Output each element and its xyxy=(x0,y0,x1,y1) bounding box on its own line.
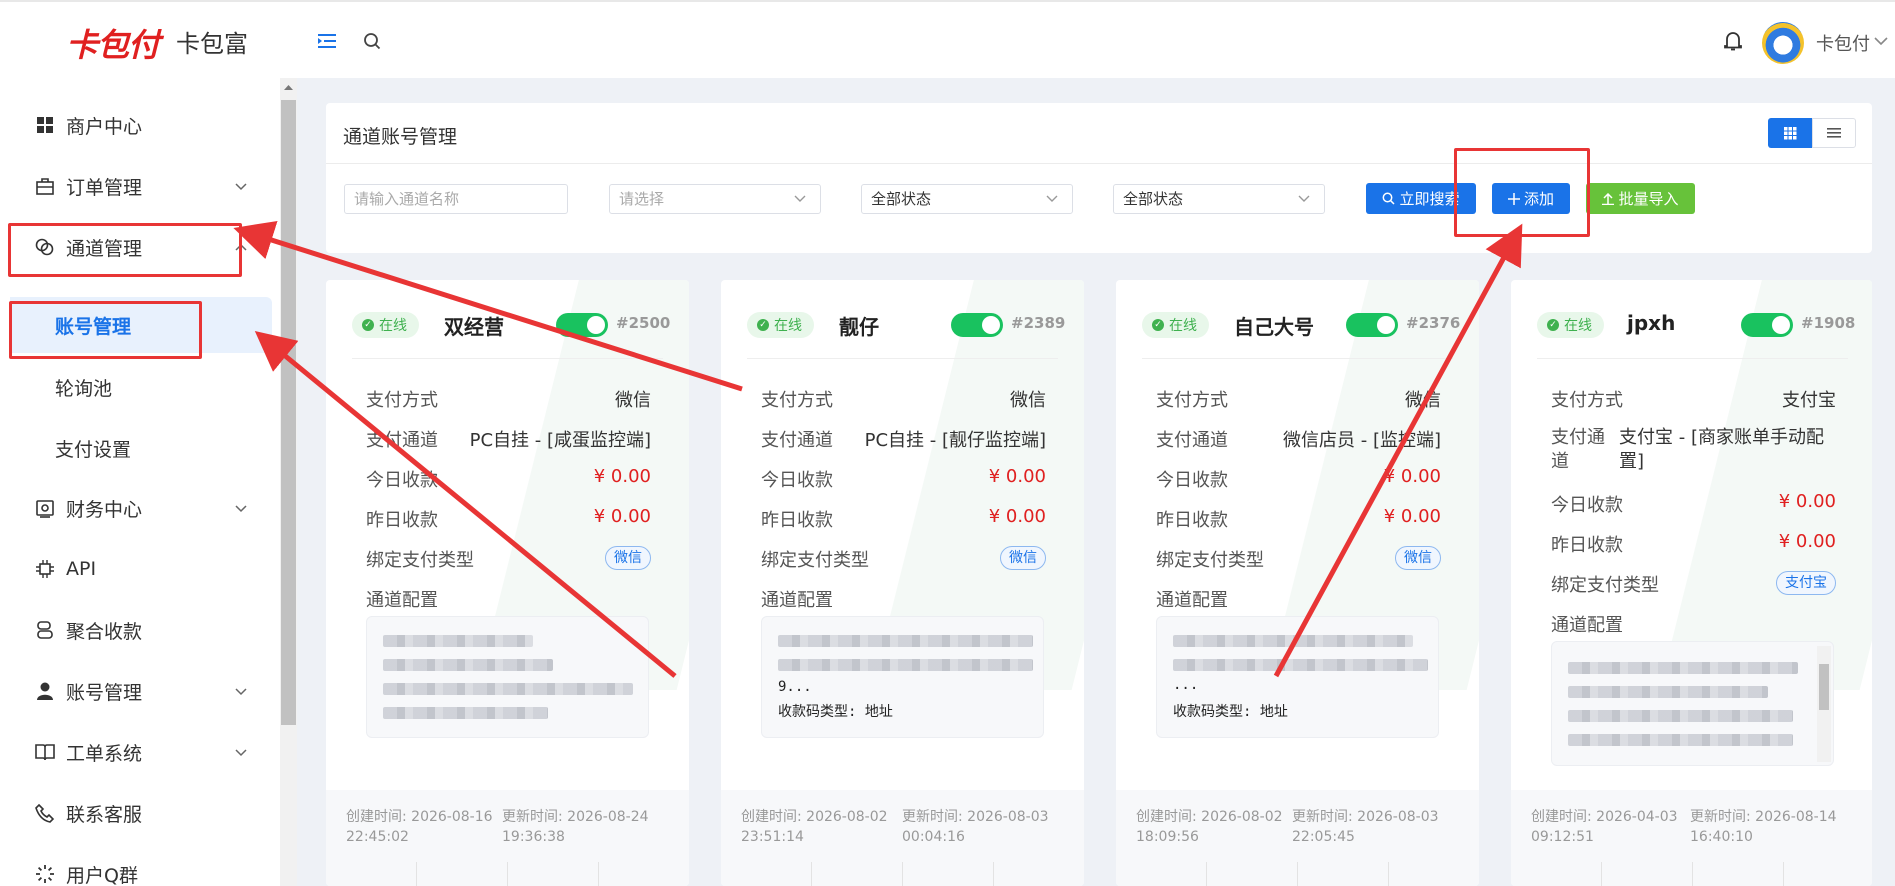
arrow-to-add-button xyxy=(1273,223,1523,678)
annotation-arrows xyxy=(233,220,1523,678)
app-root: { "header": { "logo_text": "卡包付", "brand… xyxy=(0,0,1895,886)
arrow-to-channel-menu xyxy=(233,220,743,392)
arrow-to-account-submenu xyxy=(254,330,677,678)
